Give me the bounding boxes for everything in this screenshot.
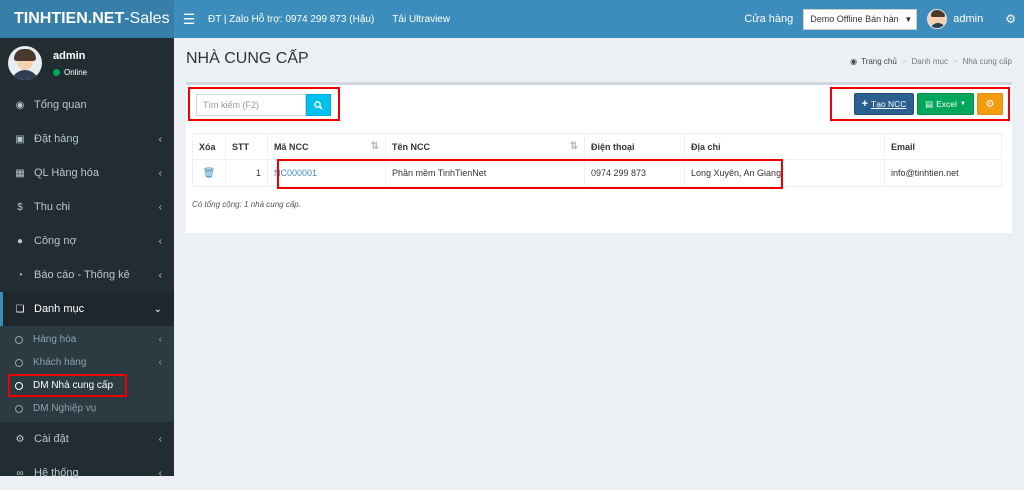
dashboard-icon: ◉ (850, 57, 858, 66)
chevron-left-icon: ‹ (158, 133, 162, 145)
settings-button[interactable]: ⚙ (977, 93, 1003, 115)
store-label: Cửa hàng (744, 13, 794, 25)
gear-icon: ⚙ (985, 98, 995, 110)
column-header-email: Email (884, 133, 1002, 160)
sort-icon[interactable]: ⇅ (570, 141, 578, 152)
ultraview-link[interactable]: Tải Ultraview (392, 14, 450, 25)
top-header: TINHTIEN.NET -Sales ☰ ĐT | Zalo Hỗ trợ: 0… (0, 0, 1024, 38)
sidebar-item-cong-no[interactable]: ● Công nợ ‹ (0, 224, 174, 258)
chevron-left-icon: ‹ (158, 433, 162, 445)
pie-chart-icon: ◔ (16, 269, 24, 281)
user-name: admin (53, 50, 86, 62)
excel-button[interactable]: ▤ Excel ▼ (917, 93, 974, 115)
search-input[interactable]: Tìm kiếm (F2) (196, 94, 306, 116)
gears-icon[interactable]: ⚙ (1005, 12, 1016, 26)
chevron-left-icon: ‹ (158, 269, 162, 281)
breadcrumb-home[interactable]: ◉ Trang chủ (850, 57, 897, 66)
column-header-ma-ncc[interactable]: Mã NCC ⇅ (267, 133, 386, 160)
circle-icon (15, 335, 23, 344)
chevron-left-icon: ‹ (158, 357, 162, 368)
page-title: NHÀ CUNG CẤP (186, 50, 309, 67)
chevron-left-icon: ‹ (158, 167, 162, 179)
supplier-table: Xóa STT Mã NCC ⇅ Tên NCC ⇅ Điện thoại Địa … (192, 133, 1002, 187)
user-icon: ● (16, 235, 24, 247)
sidebar-item-cai-dat[interactable]: ⚙ Cài đặt ‹ (0, 422, 174, 456)
sidebar-item-he-thong[interactable]: ∞ Hệ thống ‹ (0, 456, 174, 490)
sidebar-item-tong-quan[interactable]: ◉ Tổng quan (0, 88, 174, 122)
store-select-value: Demo Offline Bán hàn (810, 14, 899, 24)
sort-amount-icon[interactable]: ⇅ (371, 141, 379, 152)
support-link[interactable]: ĐT | Zalo Hỗ trợ: 0974 299 873 (Hậu) (208, 14, 374, 25)
column-header-ten-ncc[interactable]: Tên NCC ⇅ (385, 133, 585, 160)
link-icon: ∞ (16, 467, 24, 479)
table-row: 🗑 1 NC000001 Phần mềm TinhTienNet 0974 2… (192, 159, 1002, 187)
user-status: Online (53, 68, 87, 77)
chevron-down-icon: ⌄ (153, 303, 162, 315)
user-avatar (8, 46, 42, 80)
barcode-icon: ▦ (15, 167, 25, 179)
search-icon (314, 100, 323, 110)
main-content: NHÀ CUNG CẤP ◉ Trang chủ > Danh mục > Nhà… (174, 38, 1024, 476)
caret-down-icon: ▼ (902, 14, 913, 24)
sidebar-subitem-hang-hoa[interactable]: Hàng hóa ‹ (0, 328, 174, 351)
sidebar-subitem-nha-cung-cap[interactable]: DM Nhà cung cấp (8, 374, 127, 397)
search-group: Tìm kiếm (F2) (188, 87, 340, 121)
menu-toggle-icon[interactable]: ☰ (174, 0, 204, 38)
cell-email: info@tinhtien.net (884, 159, 1002, 187)
chevron-left-icon: ‹ (158, 467, 162, 479)
cell-address: Long Xuyên, An Giang (684, 159, 885, 187)
create-supplier-button[interactable]: + Tạo NCC (854, 93, 914, 115)
column-header-stt: STT (225, 133, 268, 160)
column-header-dia-chi: Địa chỉ (684, 133, 885, 160)
sidebar-submenu-danh-muc: Hàng hóa ‹ Khách hàng ‹ DM Nhà cung cấp … (0, 326, 174, 422)
caret-down-icon: ▼ (959, 101, 966, 107)
gear-icon: ⚙ (15, 433, 25, 445)
cell-name: Phần mềm TinhTienNet (385, 159, 585, 187)
sidebar-item-danh-muc[interactable]: ❏ Danh mục ⌄ (0, 292, 174, 326)
online-dot-icon (53, 69, 60, 76)
table-header-row: Xóa STT Mã NCC ⇅ Tên NCC ⇅ Điện thoại Địa … (192, 133, 1002, 160)
breadcrumb-danh-muc[interactable]: Danh mục (911, 57, 947, 66)
breadcrumb-current: Nhà cung cấp (962, 57, 1012, 66)
supplier-box: Tìm kiếm (F2) + Tạo NCC ▤ Excel ▼ ⚙ Xóa … (186, 82, 1012, 233)
copy-icon: ❏ (15, 303, 25, 315)
dashboard-icon: ◉ (15, 99, 25, 111)
cell-stt: 1 (225, 159, 268, 187)
total-count: Có tổng cộng: 1 nhà cung cấp. (192, 200, 301, 209)
sidebar-subitem-nghiep-vu[interactable]: DM Nghiệp vụ (0, 397, 174, 420)
trash-icon[interactable]: 🗑 (199, 168, 219, 179)
user-panel: admin Online (0, 38, 174, 88)
avatar[interactable] (927, 9, 948, 29)
column-header-dien-thoai: Điện thoại (584, 133, 685, 160)
chevron-left-icon: ‹ (158, 334, 162, 345)
breadcrumb: ◉ Trang chủ > Danh mục > Nhà cung cấp (850, 57, 1012, 66)
supplier-code-link[interactable]: NC000001 (274, 168, 317, 178)
cell-phone: 0974 299 873 (584, 159, 685, 187)
sidebar-item-bao-cao[interactable]: ◔ Báo cáo - Thống kê ‹ (0, 258, 174, 292)
delete-cell: 🗑 (192, 159, 226, 187)
circle-icon (15, 358, 23, 367)
circle-icon (15, 404, 23, 413)
sidebar-item-dat-hang[interactable]: ▣ Đặt hàng ‹ (0, 122, 174, 156)
sidebar-subitem-khach-hang[interactable]: Khách hàng ‹ (0, 351, 174, 374)
dollar-icon: $ (17, 201, 23, 213)
app-logo[interactable]: TINHTIEN.NET -Sales (0, 0, 174, 38)
sidebar-item-thu-chi[interactable]: $ Thu chi ‹ (0, 190, 174, 224)
sidebar: admin Online ◉ Tổng quan ▣ Đặt hàng ‹ ▦ … (0, 38, 174, 479)
action-buttons: + Tạo NCC ▤ Excel ▼ ⚙ (830, 87, 1010, 121)
sidebar-item-ql-hang-hoa[interactable]: ▦ QL Hàng hóa ‹ (0, 156, 174, 190)
store-select[interactable]: Demo Offline Bán hàn ▼ (803, 8, 918, 30)
circle-icon (15, 381, 23, 390)
file-excel-icon: ▤ (925, 98, 934, 109)
plus-icon: + (861, 98, 868, 110)
cell-code: NC000001 (267, 159, 386, 187)
column-header-xoa: Xóa (192, 133, 226, 160)
chevron-left-icon: ‹ (158, 235, 162, 247)
chevron-left-icon: ‹ (158, 201, 162, 213)
top-user-name[interactable]: admin (953, 13, 983, 25)
search-button[interactable] (306, 94, 331, 116)
cart-icon: ▣ (15, 133, 25, 145)
